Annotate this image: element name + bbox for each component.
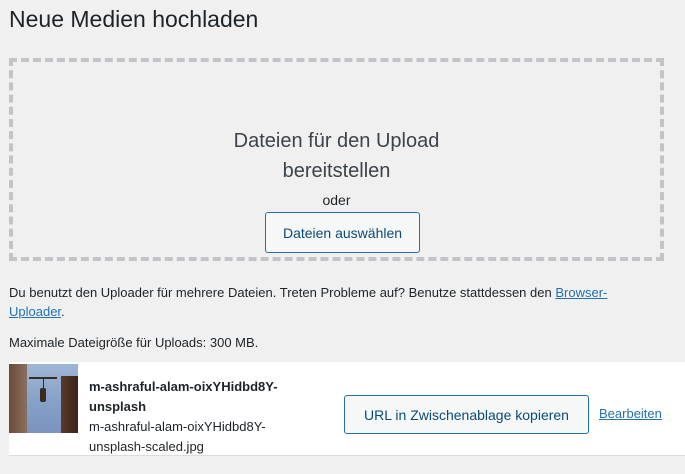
select-files-button[interactable]: Dateien auswählen (265, 212, 420, 253)
media-title: m-ashraful-alam-oixYHidbd8Y- unsplash (89, 379, 278, 414)
dropzone-instructions: Dateien für den Upload bereitstellen (13, 126, 660, 186)
dropzone-or-label: oder (322, 192, 351, 208)
copy-url-button[interactable]: URL in Zwischenablage kopieren (344, 395, 589, 434)
page-title: Neue Medien hochladen (9, 6, 259, 32)
help-text-end: . (61, 304, 65, 319)
uploader-help-text: Du benutzt den Uploader für mehrere Date… (9, 283, 669, 321)
help-text-body: Du benutzt den Uploader für mehrere Date… (9, 285, 556, 300)
upload-dropzone[interactable]: Dateien für den Upload bereitstellen ode… (9, 58, 664, 261)
media-thumbnail (9, 364, 78, 433)
dropzone-instructions-line2: bereitstellen (282, 160, 391, 182)
dropzone-instructions-line1: Dateien für den Upload (233, 130, 440, 152)
media-filename: m-ashraful-alam-oixYHidbd8Y- unsplash-sc… (89, 419, 266, 454)
max-upload-size: Maximale Dateigröße für Uploads: 300 MB. (9, 335, 259, 350)
uploaded-media-item: m-ashraful-alam-oixYHidbd8Y- unsplash m-… (9, 362, 685, 456)
edit-media-link[interactable]: Bearbeiten (599, 406, 662, 421)
